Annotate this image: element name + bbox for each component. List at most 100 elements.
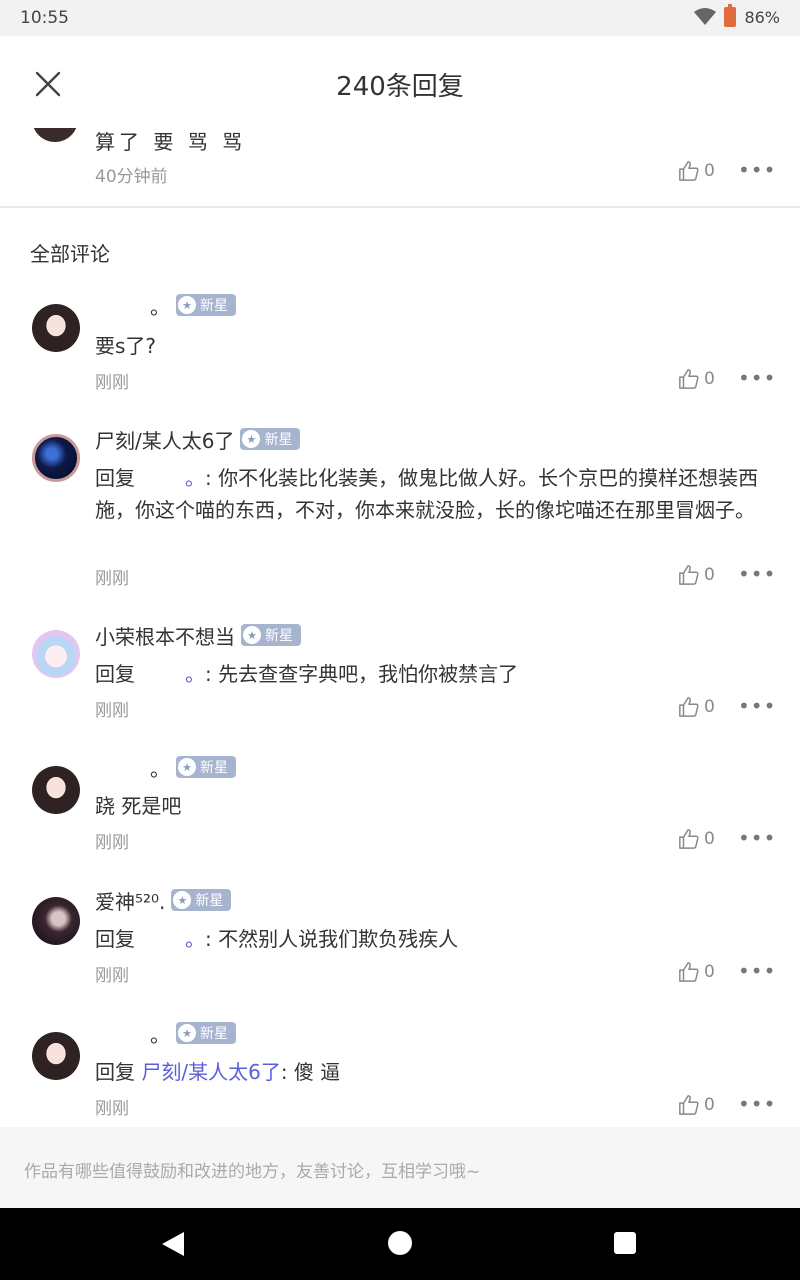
more-options-button[interactable]: •••	[738, 562, 776, 586]
more-options-button[interactable]: •••	[738, 1092, 776, 1116]
comment-input[interactable]: 作品有哪些值得鼓励和改进的地方，友善讨论，互相学习哦~	[0, 1127, 800, 1208]
like-button[interactable]: 0	[678, 1094, 715, 1116]
thumbs-up-icon	[679, 697, 699, 717]
comment-header: 尸刻/某人太6了 ★ 新星	[95, 424, 301, 454]
username[interactable]: 尸刻/某人太6了	[95, 425, 234, 454]
comment-time: 刚刚	[95, 701, 129, 721]
comment-content: 跷 死是吧	[95, 794, 182, 818]
comment-text[interactable]: 要s了?	[95, 330, 775, 362]
badge-label: 新星	[200, 1026, 228, 1042]
status-bar: 10:55 86%	[0, 0, 800, 36]
recent-apps-icon[interactable]	[614, 1232, 636, 1254]
thumbs-up-icon	[679, 161, 699, 181]
battery-icon	[724, 4, 737, 27]
comment-header: 。 ★ 新星	[95, 290, 236, 320]
comment-time: 刚刚	[95, 966, 129, 986]
wifi-icon	[694, 8, 717, 25]
comment-time: 刚刚	[95, 833, 129, 853]
avatar[interactable]	[32, 1032, 80, 1080]
user-badge: ★ 新星	[176, 756, 236, 778]
divider	[0, 206, 800, 208]
like-button[interactable]: 0	[678, 696, 715, 718]
comment-text[interactable]: 回复。: 不然别人说我们欺负残疾人	[95, 923, 775, 955]
more-options-button[interactable]: •••	[738, 158, 776, 182]
reply-prefix: 回复	[95, 466, 135, 490]
avatar[interactable]	[32, 434, 80, 482]
avatar[interactable]	[32, 128, 78, 142]
thumbs-up-icon	[679, 1095, 699, 1115]
comment-header: 。 ★ 新星	[95, 752, 236, 782]
thumbs-up-icon	[679, 369, 699, 389]
header: 240条回复	[0, 36, 800, 128]
more-options-button[interactable]: •••	[738, 694, 776, 718]
like-count: 0	[704, 565, 715, 585]
more-options-button[interactable]: •••	[738, 826, 776, 850]
star-icon: ★	[178, 296, 196, 314]
home-icon[interactable]	[388, 1231, 412, 1255]
like-count: 0	[704, 829, 715, 849]
original-comment: 算了 要 骂 骂 40分钟前 0 •••	[0, 128, 800, 206]
avatar[interactable]	[32, 630, 80, 678]
thumbs-up-icon	[679, 962, 699, 982]
user-badge: ★ 新星	[171, 889, 232, 911]
original-comment-time: 40分钟前	[95, 167, 168, 187]
username[interactable]: 小荣根本不想当	[95, 621, 235, 650]
user-badge: ★ 新星	[176, 294, 236, 316]
comment-content: : 先去查查字典吧，我怕你被禁言了	[205, 662, 519, 686]
user-badge: ★ 新星	[176, 1022, 236, 1044]
reply-target[interactable]: 。	[135, 927, 205, 951]
badge-label: 新星	[264, 432, 293, 448]
username[interactable]: 爱神⁵²⁰.	[95, 886, 165, 915]
comment-content: 要s了?	[95, 334, 157, 358]
like-button[interactable]: 0	[678, 564, 715, 586]
more-options-button[interactable]: •••	[738, 959, 776, 983]
like-button[interactable]: 0	[678, 160, 715, 182]
comment-text[interactable]: 跷 死是吧	[95, 790, 775, 822]
thumbs-up-icon	[679, 565, 699, 585]
section-title: 全部评论	[30, 242, 110, 266]
comment-header: 爱神⁵²⁰. ★ 新星	[95, 885, 232, 915]
star-icon: ★	[173, 891, 192, 909]
battery-percent: 86%	[744, 7, 780, 27]
like-count: 0	[704, 962, 715, 982]
avatar[interactable]	[32, 766, 80, 814]
original-comment-text: 算了 要 骂 骂	[95, 130, 247, 154]
star-icon: ★	[243, 626, 261, 644]
comment-header: 小荣根本不想当 ★ 新星	[95, 620, 301, 650]
badge-label: 新星	[200, 298, 228, 314]
reply-prefix: 回复	[95, 927, 135, 951]
star-icon: ★	[178, 1024, 196, 1042]
input-placeholder: 作品有哪些值得鼓励和改进的地方，友善讨论，互相学习哦~	[24, 1162, 481, 1182]
comment-content: : 傻 逼	[280, 1060, 341, 1084]
avatar[interactable]	[32, 304, 80, 352]
like-button[interactable]: 0	[678, 961, 715, 983]
more-options-button[interactable]: •••	[738, 366, 776, 390]
reply-target[interactable]: 尸刻/某人太6了	[141, 1060, 280, 1084]
user-badge: ★ 新星	[240, 428, 301, 450]
like-count: 0	[704, 161, 715, 181]
back-icon[interactable]	[160, 1230, 186, 1258]
comment-text[interactable]: 回复。: 你不化装比化装美，做鬼比做人好。长个京巴的摸样还想装西施，你这个喵的东…	[95, 462, 775, 526]
comment-text[interactable]: 回复 尸刻/某人太6了: 傻 逼	[95, 1056, 775, 1088]
reply-target[interactable]: 。	[135, 662, 205, 686]
username[interactable]: 。	[95, 291, 170, 320]
comment-time: 刚刚	[95, 1099, 129, 1119]
username[interactable]: 。	[95, 1019, 170, 1048]
like-button[interactable]: 0	[678, 828, 715, 850]
reply-target[interactable]: 。	[135, 466, 205, 490]
badge-label: 新星	[195, 893, 224, 909]
star-icon: ★	[178, 758, 196, 776]
reply-prefix: 回复	[95, 1060, 135, 1084]
status-icons: 86%	[694, 4, 780, 27]
thumbs-up-icon	[679, 829, 699, 849]
comment-text[interactable]: 回复。: 先去查查字典吧，我怕你被禁言了	[95, 658, 775, 690]
comment-header: 。 ★ 新星	[95, 1018, 236, 1048]
like-button[interactable]: 0	[678, 368, 715, 390]
avatar[interactable]	[32, 897, 80, 945]
badge-label: 新星	[265, 628, 293, 644]
reply-prefix: 回复	[95, 662, 135, 686]
username[interactable]: 。	[95, 753, 170, 782]
star-icon: ★	[242, 430, 261, 448]
comment-time: 刚刚	[95, 373, 129, 393]
like-count: 0	[704, 369, 715, 389]
